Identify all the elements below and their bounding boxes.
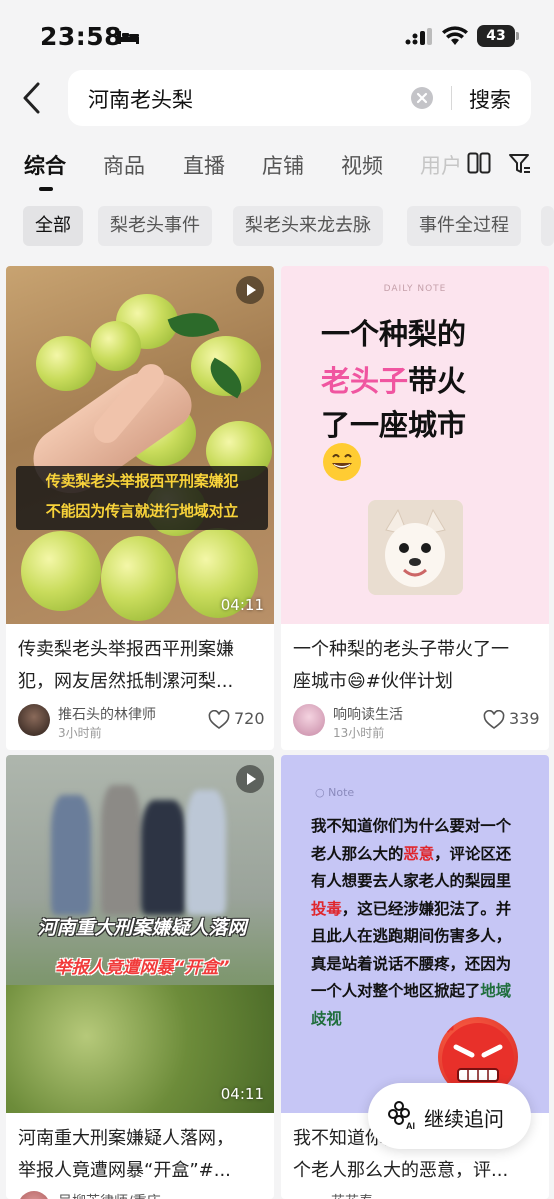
video-caption-overlay: 河南重大刑案嫌疑人落网 bbox=[37, 917, 247, 939]
battery-level: 43 bbox=[486, 28, 506, 44]
continue-ask-button[interactable]: AI 继续追问 bbox=[368, 1083, 531, 1149]
avatar[interactable] bbox=[18, 1191, 50, 1199]
blurred-person-image bbox=[101, 785, 141, 915]
author-name[interactable]: 推石头的林律师 bbox=[58, 704, 156, 724]
wifi-icon bbox=[442, 26, 468, 45]
overlay-line: 传卖梨老头举报西平刑案嫌犯 bbox=[45, 472, 239, 490]
play-icon bbox=[236, 276, 264, 304]
blurred-person-image bbox=[51, 795, 91, 915]
pear-image bbox=[36, 336, 96, 391]
chip-pear-old-man-origin[interactable]: 梨老头来龙去脉 bbox=[233, 206, 383, 246]
pear-image bbox=[21, 531, 101, 611]
heart-icon[interactable] bbox=[483, 710, 505, 730]
filter-icon[interactable] bbox=[508, 152, 532, 176]
tab-general[interactable]: 综合 bbox=[24, 150, 66, 180]
daily-note-tag: DAILY NOTE bbox=[383, 284, 447, 294]
video-duration: 04:11 bbox=[220, 596, 264, 614]
clear-search-icon[interactable] bbox=[411, 87, 433, 109]
author-name[interactable]: 响响读生活 bbox=[333, 704, 403, 724]
back-arrow-icon[interactable] bbox=[18, 80, 48, 116]
dog-meme-image bbox=[368, 500, 463, 595]
blurred-person-image bbox=[141, 800, 186, 915]
video-thumbnail[interactable]: 传卖梨老头举报西平刑案嫌犯 不能因为传言就进行地域对立 04:11 bbox=[6, 266, 274, 624]
tab-products[interactable]: 商品 bbox=[103, 150, 145, 180]
para-highlight-red: 投毒 bbox=[311, 899, 342, 918]
layout-toggle-icon[interactable] bbox=[467, 152, 491, 174]
video-card[interactable]: 传卖梨老头举报西平刑案嫌犯 不能因为传言就进行地域对立 04:11 传卖梨老头举… bbox=[6, 266, 274, 750]
card-title[interactable]: 一个种梨的老头子带火了一 座城市😄#伙伴计划 bbox=[293, 634, 541, 698]
title-line: 个老人那么大的恶意，评... bbox=[293, 1160, 509, 1181]
status-time: 23:58 bbox=[40, 22, 123, 51]
chip-full-process[interactable]: 事件全过程 bbox=[407, 206, 521, 246]
continue-ask-label: 继续追问 bbox=[424, 1107, 504, 1131]
divider bbox=[451, 86, 452, 110]
heart-icon[interactable] bbox=[208, 710, 230, 730]
avatar[interactable] bbox=[18, 704, 50, 736]
pear-image bbox=[101, 536, 176, 621]
cover-text-line: 了一座城市 bbox=[321, 408, 467, 442]
title-line: 河南重大刑案嫌疑人落网， bbox=[18, 1128, 234, 1149]
avatar[interactable] bbox=[293, 704, 325, 736]
video-duration: 04:11 bbox=[220, 1085, 264, 1103]
author-name[interactable]: 吴柳芳律师/重庆 bbox=[58, 1191, 161, 1199]
title-line: 举报人竟遭网暴“开盒”#... bbox=[18, 1160, 231, 1181]
tab-videos[interactable]: 视频 bbox=[341, 150, 383, 180]
search-input[interactable]: 河南老头梨 bbox=[88, 84, 193, 114]
cover-text-line: 老头子带火 bbox=[321, 358, 466, 400]
tab-live[interactable]: 直播 bbox=[183, 150, 225, 180]
bed-icon bbox=[117, 31, 139, 44]
search-bar[interactable]: 河南老头梨 搜索 bbox=[68, 70, 531, 126]
cellular-signal-icon bbox=[405, 28, 432, 45]
tab-shops[interactable]: 店铺 bbox=[262, 150, 304, 180]
overlay-line: 不能因为传言就进行地域对立 bbox=[45, 502, 239, 520]
video-caption-overlay: 举报人竟遭网暴“开盒” bbox=[54, 958, 230, 978]
title-line: 犯，网友居然抵制漯河梨... bbox=[18, 671, 234, 692]
ai-sparkle-icon: AI bbox=[388, 1101, 415, 1130]
cover-text: 带火 bbox=[408, 364, 467, 398]
cover-text-line: 一个种梨的 bbox=[321, 317, 467, 351]
svg-text:AI: AI bbox=[406, 1121, 415, 1130]
cover-highlight-text: 老头子 bbox=[321, 364, 409, 398]
video-caption-overlay: 传卖梨老头举报西平刑案嫌犯 不能因为传言就进行地域对立 bbox=[16, 466, 268, 530]
active-tab-indicator bbox=[39, 187, 53, 191]
chip-all[interactable]: 全部 bbox=[23, 206, 83, 246]
chip-overflow[interactable] bbox=[541, 206, 554, 246]
pear-image bbox=[91, 321, 141, 371]
note-card[interactable]: DAILY NOTE 一个种梨的 老头子带火 了一座城市 一个种梨的老头子带火了… bbox=[281, 266, 549, 750]
like-count: 339 bbox=[509, 709, 540, 728]
blurred-person-image bbox=[186, 790, 226, 915]
post-time: 3小时前 bbox=[58, 726, 102, 740]
note-label-text: Note bbox=[328, 786, 355, 799]
note-cover[interactable]: DAILY NOTE 一个种梨的 老头子带火 了一座城市 bbox=[281, 266, 549, 624]
video-card[interactable]: 河南重大刑案嫌疑人落网 举报人竟遭网暴“开盒” 04:11 河南重大刑案嫌疑人落… bbox=[6, 755, 274, 1199]
search-button[interactable]: 搜索 bbox=[469, 84, 511, 114]
tab-users[interactable]: 用户 bbox=[420, 150, 460, 180]
card-title[interactable]: 河南重大刑案嫌疑人落网， 举报人竟遭网暴“开盒”#... bbox=[18, 1123, 266, 1187]
cover-paragraph: 我不知道你们为什么要对一个老人那么大的恶意，评论区还有人想要去人家老人的梨园里投… bbox=[311, 813, 523, 1033]
note-label: ○ Note bbox=[315, 786, 355, 799]
title-line: 传卖梨老头举报西平刑案嫌 bbox=[18, 639, 234, 660]
author-name[interactable]: 花花春 bbox=[331, 1191, 373, 1199]
battery-icon: 43 bbox=[477, 25, 519, 47]
grinning-face-emoji-icon bbox=[323, 443, 361, 481]
play-icon bbox=[236, 765, 264, 793]
para-highlight-red: 恶意 bbox=[403, 844, 435, 863]
card-title[interactable]: 传卖梨老头举报西平刑案嫌 犯，网友居然抵制漯河梨... bbox=[18, 634, 266, 698]
status-bar: 23:58 43 bbox=[0, 0, 554, 62]
note-cover[interactable]: ○ Note 我不知道你们为什么要对一个老人那么大的恶意，评论区还有人想要去人家… bbox=[281, 755, 549, 1113]
title-line: 座城市😄#伙伴计划 bbox=[293, 671, 453, 692]
title-line: 一个种梨的老头子带火了一 bbox=[293, 639, 509, 660]
post-time: 13小时前 bbox=[333, 726, 385, 740]
chip-pear-old-man-event[interactable]: 梨老头事件 bbox=[98, 206, 212, 246]
video-thumbnail[interactable]: 河南重大刑案嫌疑人落网 举报人竟遭网暴“开盒” 04:11 bbox=[6, 755, 274, 1113]
like-count: 720 bbox=[234, 709, 265, 728]
